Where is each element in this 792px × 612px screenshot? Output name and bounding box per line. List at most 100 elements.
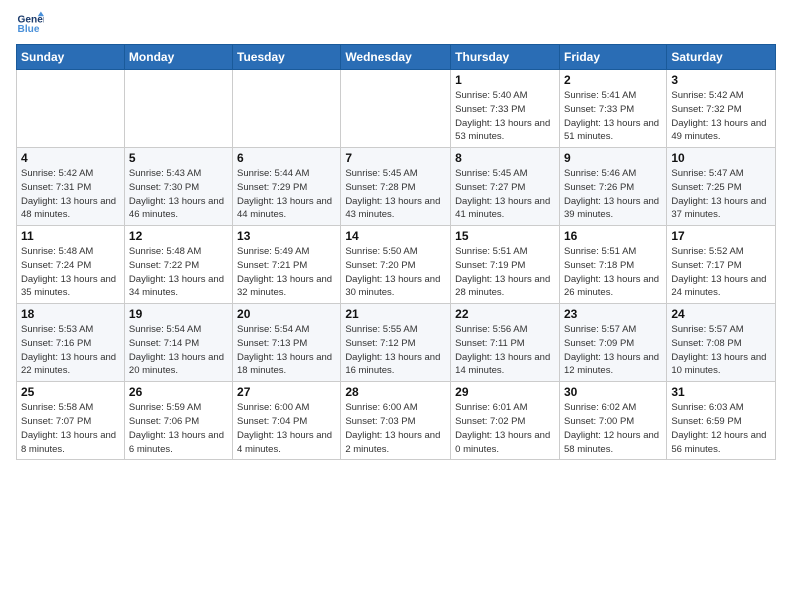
logo-icon: General Blue <box>16 10 44 38</box>
calendar-cell: 28Sunrise: 6:00 AMSunset: 7:03 PMDayligh… <box>341 382 451 460</box>
calendar-cell <box>341 70 451 148</box>
calendar-cell: 22 Sunrise: 5:56 AMSunset: 7:11 PMDayligh… <box>451 304 560 382</box>
day-number: 31 <box>671 385 771 399</box>
day-info: Sunrise: 5:40 AMSunset: 7:33 PMDaylight:… <box>455 89 555 144</box>
day-number: 7 <box>345 151 446 165</box>
calendar-week-row: 4 Sunrise: 5:42 AMSunset: 7:31 PMDaylight… <box>17 148 776 226</box>
day-info: Sunrise: 5:59 AMSunset: 7:06 PMDaylight:… <box>129 401 228 456</box>
day-info: Sunrise: 5:51 AMSunset: 7:19 PMDaylight:… <box>455 245 555 300</box>
day-info: Sunrise: 5:55 AMSunset: 7:12 PMDaylight:… <box>345 323 446 378</box>
calendar-cell <box>124 70 232 148</box>
calendar-cell: 15 Sunrise: 5:51 AMSunset: 7:19 PMDayligh… <box>451 226 560 304</box>
calendar-cell: 13 Sunrise: 5:49 AMSunset: 7:21 PMDayligh… <box>233 226 341 304</box>
day-info: Sunrise: 5:45 AMSunset: 7:27 PMDaylight:… <box>455 167 555 222</box>
day-number: 25 <box>21 385 120 399</box>
calendar-cell: 30 Sunrise: 6:02 AMSunset: 7:00 PMDayligh… <box>559 382 666 460</box>
day-number: 27 <box>237 385 336 399</box>
calendar-week-row: 11Sunrise: 5:48 AMSunset: 7:24 PMDayligh… <box>17 226 776 304</box>
day-number: 23 <box>564 307 662 321</box>
header: General Blue <box>16 10 776 38</box>
calendar-cell: 16Sunrise: 5:51 AMSunset: 7:18 PMDayligh… <box>559 226 666 304</box>
day-number: 11 <box>21 229 120 243</box>
calendar-cell: 17 Sunrise: 5:52 AMSunset: 7:17 PMDayligh… <box>667 226 776 304</box>
calendar-cell: 23Sunrise: 5:57 AMSunset: 7:09 PMDayligh… <box>559 304 666 382</box>
day-info: Sunrise: 5:47 AMSunset: 7:25 PMDaylight:… <box>671 167 771 222</box>
day-number: 5 <box>129 151 228 165</box>
calendar-cell: 20 Sunrise: 5:54 AMSunset: 7:13 PMDayligh… <box>233 304 341 382</box>
calendar-header-row: SundayMondayTuesdayWednesdayThursdayFrid… <box>17 45 776 70</box>
day-number: 10 <box>671 151 771 165</box>
day-number: 29 <box>455 385 555 399</box>
weekday-header: Tuesday <box>233 45 341 70</box>
calendar-cell: 7 Sunrise: 5:45 AMSunset: 7:28 PMDaylight… <box>341 148 451 226</box>
calendar-cell: 4 Sunrise: 5:42 AMSunset: 7:31 PMDaylight… <box>17 148 125 226</box>
day-info: Sunrise: 5:46 AMSunset: 7:26 PMDaylight:… <box>564 167 662 222</box>
calendar-cell: 10 Sunrise: 5:47 AMSunset: 7:25 PMDayligh… <box>667 148 776 226</box>
day-info: Sunrise: 5:53 AMSunset: 7:16 PMDaylight:… <box>21 323 120 378</box>
calendar-week-row: 25 Sunrise: 5:58 AMSunset: 7:07 PMDayligh… <box>17 382 776 460</box>
day-info: Sunrise: 6:01 AMSunset: 7:02 PMDaylight:… <box>455 401 555 456</box>
calendar-cell: 1 Sunrise: 5:40 AMSunset: 7:33 PMDaylight… <box>451 70 560 148</box>
day-info: Sunrise: 6:00 AMSunset: 7:03 PMDaylight:… <box>345 401 446 456</box>
weekday-header: Monday <box>124 45 232 70</box>
calendar-cell: 14Sunrise: 5:50 AMSunset: 7:20 PMDayligh… <box>341 226 451 304</box>
weekday-header: Sunday <box>17 45 125 70</box>
logo: General Blue <box>16 10 48 38</box>
day-number: 13 <box>237 229 336 243</box>
day-number: 1 <box>455 73 555 87</box>
day-number: 4 <box>21 151 120 165</box>
day-info: Sunrise: 5:58 AMSunset: 7:07 PMDaylight:… <box>21 401 120 456</box>
day-info: Sunrise: 5:49 AMSunset: 7:21 PMDaylight:… <box>237 245 336 300</box>
calendar-cell: 12 Sunrise: 5:48 AMSunset: 7:22 PMDayligh… <box>124 226 232 304</box>
page-container: General Blue SundayMondayTuesdayWednesda… <box>0 0 792 470</box>
day-number: 20 <box>237 307 336 321</box>
day-info: Sunrise: 6:02 AMSunset: 7:00 PMDaylight:… <box>564 401 662 456</box>
calendar-table: SundayMondayTuesdayWednesdayThursdayFrid… <box>16 44 776 460</box>
day-info: Sunrise: 5:41 AMSunset: 7:33 PMDaylight:… <box>564 89 662 144</box>
calendar-cell: 18Sunrise: 5:53 AMSunset: 7:16 PMDayligh… <box>17 304 125 382</box>
weekday-header: Wednesday <box>341 45 451 70</box>
calendar-cell: 31 Sunrise: 6:03 AMSunset: 6:59 PMDayligh… <box>667 382 776 460</box>
day-info: Sunrise: 5:54 AMSunset: 7:14 PMDaylight:… <box>129 323 228 378</box>
day-info: Sunrise: 5:52 AMSunset: 7:17 PMDaylight:… <box>671 245 771 300</box>
day-info: Sunrise: 5:43 AMSunset: 7:30 PMDaylight:… <box>129 167 228 222</box>
day-number: 19 <box>129 307 228 321</box>
day-info: Sunrise: 6:00 AMSunset: 7:04 PMDaylight:… <box>237 401 336 456</box>
day-number: 6 <box>237 151 336 165</box>
calendar-cell: 3Sunrise: 5:42 AMSunset: 7:32 PMDaylight… <box>667 70 776 148</box>
day-number: 15 <box>455 229 555 243</box>
day-number: 8 <box>455 151 555 165</box>
day-info: Sunrise: 5:50 AMSunset: 7:20 PMDaylight:… <box>345 245 446 300</box>
weekday-header: Saturday <box>667 45 776 70</box>
day-number: 17 <box>671 229 771 243</box>
day-info: Sunrise: 5:57 AMSunset: 7:08 PMDaylight:… <box>671 323 771 378</box>
weekday-header: Thursday <box>451 45 560 70</box>
calendar-cell: 5 Sunrise: 5:43 AMSunset: 7:30 PMDaylight… <box>124 148 232 226</box>
day-number: 30 <box>564 385 662 399</box>
calendar-cell: 21 Sunrise: 5:55 AMSunset: 7:12 PMDayligh… <box>341 304 451 382</box>
day-info: Sunrise: 5:42 AMSunset: 7:31 PMDaylight:… <box>21 167 120 222</box>
day-info: Sunrise: 5:48 AMSunset: 7:22 PMDaylight:… <box>129 245 228 300</box>
day-info: Sunrise: 5:56 AMSunset: 7:11 PMDaylight:… <box>455 323 555 378</box>
calendar-cell: 19 Sunrise: 5:54 AMSunset: 7:14 PMDayligh… <box>124 304 232 382</box>
day-info: Sunrise: 6:03 AMSunset: 6:59 PMDaylight:… <box>671 401 771 456</box>
day-number: 26 <box>129 385 228 399</box>
calendar-week-row: 18Sunrise: 5:53 AMSunset: 7:16 PMDayligh… <box>17 304 776 382</box>
day-info: Sunrise: 5:54 AMSunset: 7:13 PMDaylight:… <box>237 323 336 378</box>
svg-text:Blue: Blue <box>18 24 40 35</box>
weekday-header: Friday <box>559 45 666 70</box>
calendar-cell: 6 Sunrise: 5:44 AMSunset: 7:29 PMDaylight… <box>233 148 341 226</box>
calendar-cell: 24Sunrise: 5:57 AMSunset: 7:08 PMDayligh… <box>667 304 776 382</box>
calendar-cell: 25 Sunrise: 5:58 AMSunset: 7:07 PMDayligh… <box>17 382 125 460</box>
day-number: 2 <box>564 73 662 87</box>
calendar-cell <box>17 70 125 148</box>
day-number: 12 <box>129 229 228 243</box>
day-number: 9 <box>564 151 662 165</box>
day-info: Sunrise: 5:44 AMSunset: 7:29 PMDaylight:… <box>237 167 336 222</box>
calendar-cell <box>233 70 341 148</box>
day-number: 21 <box>345 307 446 321</box>
day-number: 22 <box>455 307 555 321</box>
day-info: Sunrise: 5:42 AMSunset: 7:32 PMDaylight:… <box>671 89 771 144</box>
day-info: Sunrise: 5:45 AMSunset: 7:28 PMDaylight:… <box>345 167 446 222</box>
calendar-cell: 8 Sunrise: 5:45 AMSunset: 7:27 PMDaylight… <box>451 148 560 226</box>
